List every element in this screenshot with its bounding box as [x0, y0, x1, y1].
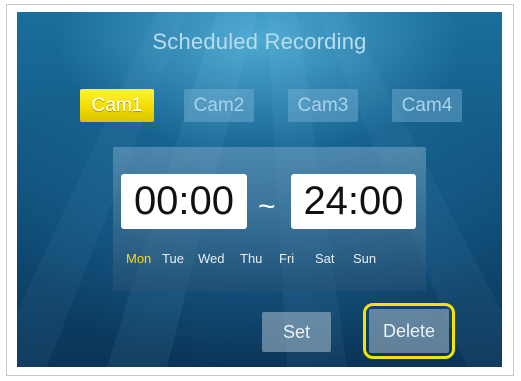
time-range-separator: ~ — [258, 190, 276, 223]
recording-screen: Scheduled Recording Cam1 Cam2 Cam3 Cam4 … — [17, 12, 502, 367]
day-sun[interactable]: Sun — [353, 251, 376, 266]
day-tue[interactable]: Tue — [162, 251, 184, 266]
page-title: Scheduled Recording — [152, 29, 367, 54]
day-sat[interactable]: Sat — [315, 251, 335, 266]
tab-cam3[interactable]: Cam3 — [288, 89, 358, 122]
tab-cam1[interactable]: Cam1 — [80, 89, 154, 122]
tab-cam4[interactable]: Cam4 — [392, 89, 462, 122]
day-thu[interactable]: Thu — [240, 251, 262, 266]
set-button[interactable]: Set — [262, 312, 331, 352]
day-mon[interactable]: Mon — [126, 251, 151, 266]
end-time-field[interactable]: 24:00 — [291, 174, 416, 229]
tab-cam2[interactable]: Cam2 — [184, 89, 254, 122]
day-wed[interactable]: Wed — [198, 251, 225, 266]
delete-button[interactable]: Delete — [369, 309, 449, 353]
day-fri[interactable]: Fri — [279, 251, 294, 266]
start-time-field[interactable]: 00:00 — [121, 174, 247, 229]
